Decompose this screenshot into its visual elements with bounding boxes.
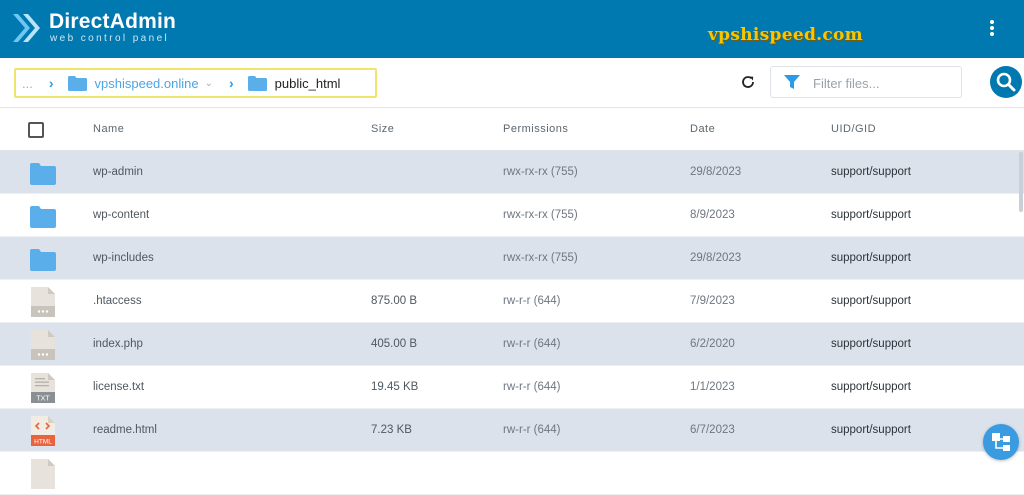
file-name[interactable]: wp-includes	[93, 252, 154, 264]
file-name[interactable]: license.txt	[93, 381, 144, 393]
table-row[interactable]: wp-admin rwx-rx-rx (755) 29/8/2023 suppo…	[0, 151, 1024, 194]
file-permissions: rw-r-r (644)	[503, 295, 561, 307]
table-row[interactable]: .htaccess 875.00 B rw-r-r (644) 7/9/2023…	[0, 280, 1024, 323]
chevron-down-icon[interactable]: ⌄	[205, 78, 213, 89]
html-file-icon: HTML	[31, 416, 55, 446]
file-name[interactable]: .htaccess	[93, 295, 142, 307]
breadcrumb-item-domain[interactable]: vpshispeed.online	[95, 76, 199, 91]
html-badge-label: HTML	[34, 439, 52, 446]
table-row[interactable]: wp-includes rwx-rx-rx (755) 29/8/2023 su…	[0, 237, 1024, 280]
file-date: 1/1/2023	[690, 381, 735, 393]
file-permissions: rw-r-r (644)	[503, 424, 561, 436]
file-toolbar: ... › vpshispeed.online ⌄ › public_html	[0, 58, 1024, 108]
file-date: 29/8/2023	[690, 166, 742, 178]
file-permissions: rw-r-r (644)	[503, 338, 561, 350]
file-owner: support/support	[831, 381, 911, 393]
table-row[interactable]: wp-content rwx-rx-rx (755) 8/9/2023 supp…	[0, 194, 1024, 237]
folder-icon	[30, 249, 56, 271]
column-header-uid-gid[interactable]: UID/GID	[831, 123, 876, 135]
file-owner: support/support	[831, 166, 911, 178]
file-date: 8/9/2023	[690, 209, 735, 221]
file-date: 29/8/2023	[690, 252, 742, 264]
column-header-size[interactable]: Size	[371, 123, 394, 135]
search-button[interactable]	[990, 66, 1022, 98]
table-header: Name Size Permissions Date UID/GID	[0, 108, 1024, 151]
file-date: 7/9/2023	[690, 295, 735, 307]
file-table: Name Size Permissions Date UID/GID wp-ad…	[0, 108, 1024, 495]
file-name[interactable]: wp-admin	[93, 166, 143, 178]
column-header-permissions[interactable]: Permissions	[503, 123, 568, 135]
file-name[interactable]: wp-content	[93, 209, 149, 221]
file-date: 6/7/2023	[690, 424, 735, 436]
file-size: 7.23 KB	[371, 424, 412, 436]
generic-file-icon	[31, 287, 55, 317]
table-row[interactable]: HTML readme.html 7.23 KB rw-r-r (644) 6/…	[0, 409, 1024, 452]
file-permissions: rwx-rx-rx (755)	[503, 252, 578, 264]
sitemap-icon	[992, 433, 1010, 451]
file-size: 19.45 KB	[371, 381, 419, 393]
txt-badge-label: TXT	[36, 396, 50, 403]
folder-icon	[30, 206, 56, 228]
filter-input[interactable]	[813, 73, 953, 93]
file-owner: support/support	[831, 295, 911, 307]
file-permissions: rwx-rx-rx (755)	[503, 209, 578, 221]
search-icon	[996, 72, 1016, 92]
table-row[interactable]: index.php 405.00 B rw-r-r (644) 6/2/2020…	[0, 323, 1024, 366]
breadcrumb-ellipsis[interactable]: ...	[22, 76, 33, 91]
logo-subtitle: web control panel	[50, 33, 170, 44]
column-header-name[interactable]: Name	[93, 123, 124, 135]
funnel-icon	[784, 75, 800, 89]
file-permissions: rwx-rx-rx (755)	[503, 166, 578, 178]
folder-icon	[30, 163, 56, 185]
top-bar: DirectAdmin web control panel vpshispeed…	[0, 0, 1024, 58]
file-size: 875.00 B	[371, 295, 418, 307]
breadcrumb-item-current: public_html	[274, 75, 341, 91]
watermark-text: vpshispeed.com	[708, 25, 863, 45]
folder-icon	[247, 75, 267, 91]
file-owner: support/support	[831, 252, 911, 264]
file-date: 6/2/2020	[690, 338, 735, 350]
file-owner: support/support	[831, 338, 911, 350]
sitemap-button[interactable]	[983, 424, 1019, 460]
folder-icon	[67, 75, 87, 91]
generic-file-icon	[31, 459, 55, 489]
chevron-right-icon: ›	[48, 75, 54, 91]
kebab-vertical-icon[interactable]	[986, 18, 998, 40]
chevron-right-icon: ›	[228, 75, 234, 91]
table-row[interactable]: TXT license.txt 19.45 KB rw-r-r (644) 1/…	[0, 366, 1024, 409]
directadmin-logo-icon	[13, 14, 40, 42]
file-owner: support/support	[831, 424, 911, 436]
select-all-checkbox[interactable]	[28, 122, 44, 138]
filter-field[interactable]	[770, 66, 962, 98]
file-permissions: rw-r-r (644)	[503, 381, 561, 393]
table-row[interactable]	[0, 452, 1024, 495]
file-size: 405.00 B	[371, 338, 418, 350]
logo-title: DirectAdmin	[49, 10, 177, 33]
refresh-icon[interactable]	[740, 74, 756, 90]
scrollbar-thumb[interactable]	[1019, 152, 1023, 212]
file-owner: support/support	[831, 209, 911, 221]
file-name[interactable]: index.php	[93, 338, 143, 350]
generic-file-icon	[31, 330, 55, 360]
txt-file-icon: TXT	[31, 373, 55, 403]
breadcrumb: ... › vpshispeed.online ⌄ › public_html	[14, 68, 377, 98]
column-header-date[interactable]: Date	[690, 123, 715, 135]
file-name[interactable]: readme.html	[93, 424, 157, 436]
